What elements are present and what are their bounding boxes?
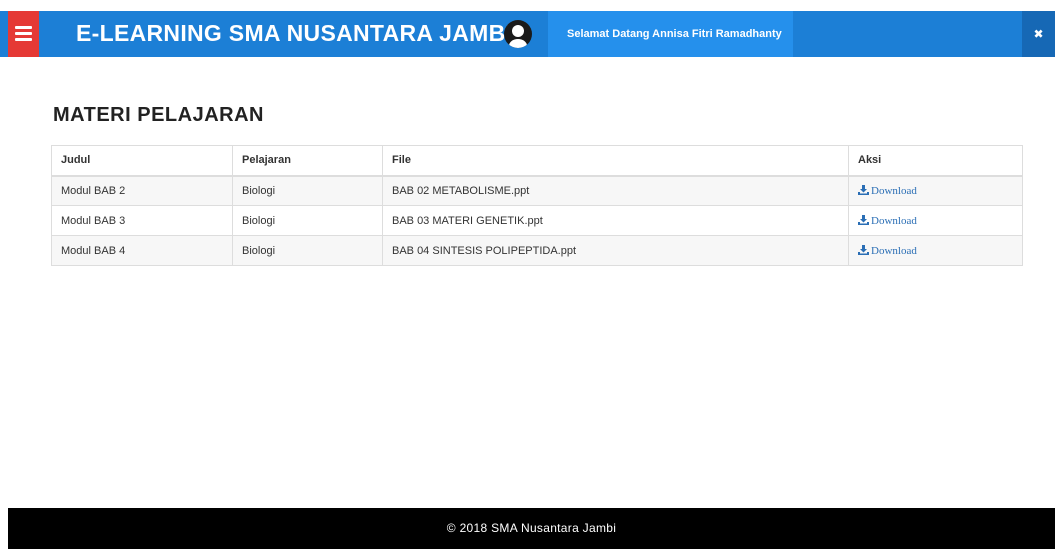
table-row: Modul BAB 3 Biologi BAB 03 MATERI GENETI… (51, 205, 1023, 236)
cell-aksi: Download (848, 235, 1023, 266)
download-label: Download (871, 214, 917, 227)
download-label: Download (871, 244, 917, 257)
download-link[interactable]: Download (858, 184, 917, 197)
page-title: MATERI PELAJARAN (53, 104, 264, 126)
cell-file: BAB 02 METABOLISME.ppt (382, 175, 849, 206)
download-label: Download (871, 184, 917, 197)
hamburger-icon-line (15, 32, 32, 35)
top-navbar: E-LEARNING SMA NUSANTARA JAMBI Selamat D… (0, 11, 1055, 57)
site-brand[interactable]: E-LEARNING SMA NUSANTARA JAMBI (76, 20, 512, 47)
column-header-judul: Judul (51, 145, 233, 177)
welcome-message: Selamat Datang Annisa Fitri Ramadhanty (548, 11, 793, 57)
avatar-body (509, 39, 527, 48)
hamburger-icon (15, 26, 32, 29)
footer: © 2018 SMA Nusantara Jambi (8, 508, 1055, 549)
column-header-aksi: Aksi (848, 145, 1023, 177)
download-icon (858, 244, 869, 255)
download-link[interactable]: Download (858, 244, 917, 257)
column-header-pelajaran: Pelajaran (232, 145, 383, 177)
close-icon[interactable]: ✖ (1022, 11, 1055, 57)
cell-judul: Modul BAB 2 (51, 175, 233, 206)
cell-pelajaran: Biologi (232, 205, 383, 236)
menu-toggle-button[interactable] (8, 11, 39, 57)
table-row: Modul BAB 2 Biologi BAB 02 METABOLISME.p… (51, 175, 1023, 206)
materials-table: Judul Pelajaran File Aksi Modul BAB 2 Bi… (51, 145, 1023, 266)
column-header-file: File (382, 145, 849, 177)
cell-file: BAB 03 MATERI GENETIK.ppt (382, 205, 849, 236)
cell-judul: Modul BAB 3 (51, 205, 233, 236)
cell-pelajaran: Biologi (232, 175, 383, 206)
hamburger-icon-line (15, 38, 32, 41)
user-avatar-icon[interactable] (504, 20, 532, 48)
cell-judul: Modul BAB 4 (51, 235, 233, 266)
cell-aksi: Download (848, 205, 1023, 236)
download-link[interactable]: Download (858, 214, 917, 227)
cell-aksi: Download (848, 175, 1023, 206)
download-icon (858, 214, 869, 225)
table-row: Modul BAB 4 Biologi BAB 04 SINTESIS POLI… (51, 235, 1023, 266)
cell-file: BAB 04 SINTESIS POLIPEPTIDA.ppt (382, 235, 849, 266)
table-header-row: Judul Pelajaran File Aksi (51, 145, 1023, 177)
avatar-head (512, 25, 524, 37)
download-icon (858, 184, 869, 195)
cell-pelajaran: Biologi (232, 235, 383, 266)
